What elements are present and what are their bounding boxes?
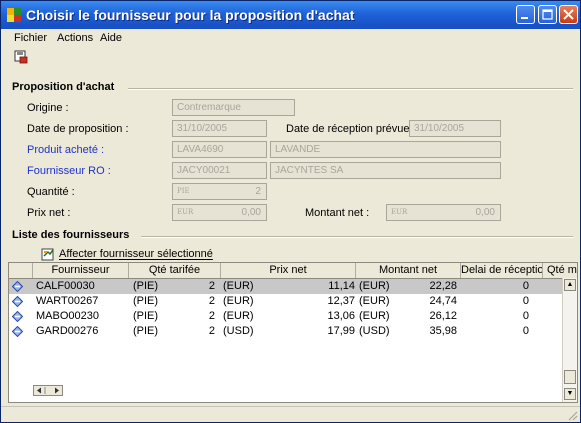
app-icon (7, 8, 21, 22)
date-proposition-label: Date de proposition : (27, 123, 129, 135)
cell-unit: (PIE) (133, 295, 159, 307)
quantite-label: Quantité : (27, 186, 75, 198)
cell-fournisseur: CALF00030 (36, 280, 95, 292)
quantite-field[interactable]: PIE 2 (172, 183, 267, 200)
scroll-thumb[interactable] (564, 370, 576, 384)
origine-field[interactable]: Contremarque (172, 99, 295, 116)
title-bar[interactable]: Choisir le fournisseur pour la propositi… (1, 1, 580, 29)
col-header-fournisseur[interactable]: Fournisseur (33, 263, 129, 278)
menu-actions[interactable]: Actions (57, 32, 93, 44)
section-divider (141, 236, 573, 238)
cell-qty: 2 (208, 325, 215, 337)
status-bar (1, 406, 580, 422)
table-header: Fournisseur Qté tarifée Prix net Montant… (9, 263, 577, 279)
montant-net-value: 0,00 (475, 207, 495, 218)
cell-currency: (EUR) (223, 295, 254, 307)
horizontal-scrollbar[interactable] (33, 385, 63, 396)
save-icon[interactable] (14, 50, 28, 64)
scroll-up-icon[interactable]: ▲ (564, 279, 576, 291)
row-arrow-icon (12, 311, 23, 322)
menu-bar: Fichier Actions Aide (1, 29, 580, 47)
assign-supplier-label: Affecter fournisseur sélectionné (59, 248, 213, 260)
cell-unit: (PIE) (133, 280, 159, 292)
row-arrow-icon (12, 281, 23, 292)
cell-delai: 0 (522, 310, 529, 322)
cell-qty: 2 (208, 280, 215, 292)
date-proposition-field[interactable]: 31/10/2005 (172, 120, 267, 137)
cell-qty: 2 (208, 295, 215, 307)
scroll-down-icon[interactable]: ▼ (564, 388, 576, 400)
cell-unit: (PIE) (133, 325, 159, 337)
menu-aide[interactable]: Aide (100, 32, 122, 44)
prix-net-unit: EUR (177, 208, 194, 216)
assign-supplier-button[interactable]: Affecter fournisseur sélectionné (59, 248, 213, 260)
close-icon[interactable] (559, 5, 578, 24)
cell-unit: (PIE) (133, 310, 159, 322)
col-header-qte-m[interactable]: Qté m (543, 263, 577, 278)
suppliers-table[interactable]: Fournisseur Qté tarifée Prix net Montant… (8, 262, 578, 403)
table-row[interactable]: GARD00276 (PIE) 2 (USD) 17,99 (USD) 35,9… (9, 324, 565, 339)
produit-name-field[interactable]: LAVANDE (270, 141, 501, 158)
maximize-icon[interactable] (538, 5, 557, 24)
prix-net-value: 0,00 (241, 207, 261, 218)
origine-label: Origine : (27, 102, 69, 114)
cell-delai: 0 (522, 325, 529, 337)
produit-code-field[interactable]: LAVA4690 (172, 141, 267, 158)
window-title: Choisir le fournisseur pour la propositi… (26, 7, 355, 23)
fournisseur-label[interactable]: Fournisseur RO : (27, 165, 111, 177)
row-arrow-icon (12, 326, 23, 337)
vertical-scrollbar[interactable]: ▲ ▼ (562, 278, 577, 402)
cell-currency: (EUR) (359, 310, 390, 322)
cell-prix: 11,14 (328, 280, 355, 292)
cell-delai: 0 (522, 295, 529, 307)
cell-fournisseur: GARD00276 (36, 325, 99, 337)
cell-currency: (USD) (359, 325, 390, 337)
cell-montant: 35,98 (429, 325, 457, 337)
date-reception-label: Date de réception prévue : (286, 123, 416, 135)
menu-fichier[interactable]: Fichier (14, 32, 47, 44)
row-marker-header (9, 263, 33, 278)
col-header-prix-net[interactable]: Prix net (221, 263, 356, 278)
montant-net-label: Montant net : (305, 207, 370, 219)
montant-net-unit: EUR (391, 208, 408, 216)
quantite-value: 2 (255, 186, 261, 197)
col-header-montant-net[interactable]: Montant net (356, 263, 461, 278)
window: Choisir le fournisseur pour la propositi… (0, 0, 581, 423)
proposition-section-title: Proposition d'achat (12, 81, 115, 93)
prix-net-label: Prix net : (27, 207, 71, 219)
montant-net-field[interactable]: EUR 0,00 (386, 204, 501, 221)
cell-fournisseur: MABO00230 (36, 310, 99, 322)
cell-fournisseur: WART00267 (36, 295, 99, 307)
cell-delai: 0 (522, 280, 529, 292)
minimize-icon[interactable] (516, 5, 535, 24)
resize-grip-icon[interactable] (566, 409, 578, 421)
cell-currency: (USD) (223, 325, 254, 337)
cell-montant: 22,28 (429, 280, 457, 292)
date-reception-field[interactable]: 31/10/2005 (409, 120, 501, 137)
section-divider (128, 88, 573, 90)
prix-net-field[interactable]: EUR 0,00 (172, 204, 267, 221)
cell-prix: 12,37 (327, 295, 355, 307)
cell-currency: (EUR) (223, 310, 254, 322)
table-row[interactable]: MABO00230 (PIE) 2 (EUR) 13,06 (EUR) 26,1… (9, 309, 565, 324)
row-arrow-icon (12, 296, 23, 307)
fournisseur-name-field[interactable]: JACYNTES SA (270, 162, 501, 179)
produit-label[interactable]: Produit acheté : (27, 144, 104, 156)
cell-prix: 17,99 (327, 325, 355, 337)
cell-currency: (EUR) (359, 280, 390, 292)
fournisseur-code-field[interactable]: JACY00021 (172, 162, 267, 179)
col-header-delai[interactable]: Delai de réception (461, 263, 543, 278)
col-header-qte-tarifee[interactable]: Qté tarifée (129, 263, 221, 278)
cell-montant: 24,74 (429, 295, 457, 307)
cell-currency: (EUR) (223, 280, 254, 292)
cell-prix: 13,06 (327, 310, 355, 322)
cell-currency: (EUR) (359, 295, 390, 307)
assign-supplier-icon[interactable] (41, 247, 56, 261)
cell-montant: 26,12 (429, 310, 457, 322)
table-row[interactable]: WART00267 (PIE) 2 (EUR) 12,37 (EUR) 24,7… (9, 294, 565, 309)
quantite-unit: PIE (177, 187, 190, 195)
table-row[interactable]: CALF00030 (PIE) 2 (EUR) 11,14 (EUR) 22,2… (9, 279, 565, 294)
cell-qty: 2 (208, 310, 215, 322)
suppliers-section-title: Liste des fournisseurs (12, 229, 130, 241)
